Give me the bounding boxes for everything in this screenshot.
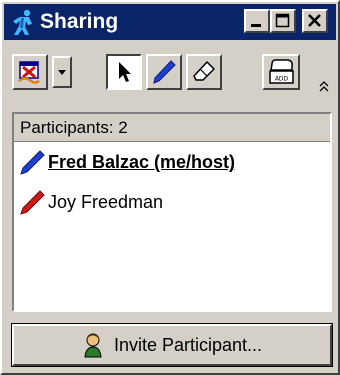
stamp-tool-button[interactable]: ADD [262,54,300,90]
eraser-tool-button[interactable] [186,54,222,90]
participant-row-guest[interactable]: Joy Freedman [14,186,330,218]
stamp-icon: ADD [269,59,294,84]
sharing-window: Sharing ADD Participants: 2 Fred Balzac … [0,0,340,375]
pointer-tool-button[interactable] [106,54,142,90]
collapse-icon [319,81,329,92]
window-title: Sharing [40,10,119,33]
minimize-icon [251,24,261,27]
maximize-icon [275,13,290,28]
sharing-control-icon [18,61,40,84]
blue-pen-icon [20,150,45,175]
maximize-button[interactable] [270,9,296,33]
participant-row-host[interactable]: Fred Balzac (me/host) [14,146,330,178]
sharing-control-button[interactable] [12,54,48,90]
close-button[interactable] [302,9,328,33]
dropdown-arrow-icon [58,70,66,75]
participants-header: Participants: 2 [14,114,330,142]
invite-button-content: Invite Participant... [14,326,330,364]
close-icon [308,14,321,27]
sharing-figure-icon [13,9,32,35]
participant-name: Fred Balzac (me/host) [48,152,236,172]
pen-icon [153,60,176,84]
pen-tool-button[interactable] [146,54,182,90]
collapse-toolbar-button[interactable] [316,78,332,94]
participant-name: Joy Freedman [48,192,164,212]
invite-label: Invite Participant... [113,334,263,355]
stamp-badge: ADD [275,76,289,83]
participants-panel: Participants: 2 Fred Balzac (me/host) Jo… [12,112,332,312]
sharing-dropdown-button[interactable] [52,56,72,88]
title-bar[interactable]: Sharing [4,4,336,40]
red-pen-icon [20,190,45,215]
person-icon [84,333,102,358]
eraser-icon [193,61,215,81]
pointer-icon [119,62,131,82]
invite-participant-button[interactable]: Invite Participant... [11,323,333,367]
minimize-button[interactable] [244,9,270,33]
